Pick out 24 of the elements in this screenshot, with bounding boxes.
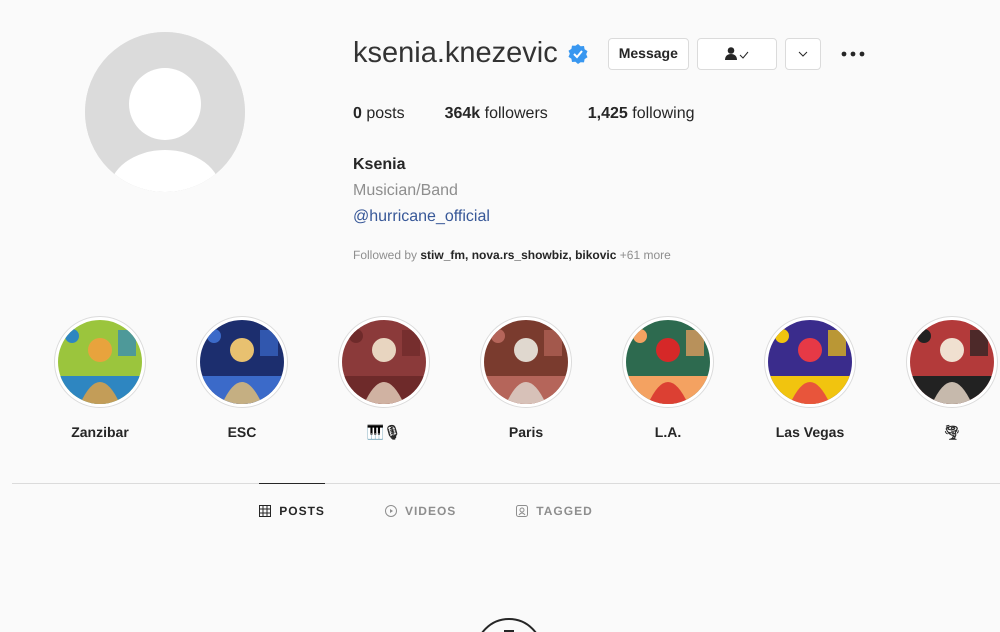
grid-icon [259, 504, 272, 516]
follow-status-button[interactable] [696, 38, 777, 70]
highlight-label: 🎹🎙 [366, 422, 402, 442]
post-count: 0 posts [353, 104, 405, 124]
tagged-icon [516, 504, 528, 516]
follower-count[interactable]: 364k followers [444, 102, 548, 126]
play-icon [384, 504, 397, 516]
highlight-label: 🌪 [943, 422, 961, 442]
message-button[interactable]: Message [608, 38, 689, 70]
highlight-label: Las Vegas [776, 422, 844, 442]
chevron-down-icon [798, 50, 808, 57]
highlight-label: L.A. [654, 422, 682, 442]
username: ksenia.knezevic [353, 36, 558, 71]
followed-by-text: Followed by stiw_fm, nova.rs_showbiz, bikovic +61 more [353, 246, 672, 264]
following-count[interactable]: 1,425 following [588, 102, 695, 126]
highlight-label: Zanzibar [71, 422, 129, 442]
profile-link[interactable]: @hurricane_official [353, 204, 490, 230]
person-check-icon [724, 46, 750, 61]
profile-name: Ksenia [353, 154, 407, 174]
category-label: Musician/Band [353, 180, 459, 200]
more-options-icon[interactable] [840, 50, 865, 57]
highlight-label: ESC [228, 422, 256, 442]
profile-tab[interactable]: POSTS [259, 482, 325, 538]
highlight-label: Paris [508, 422, 544, 442]
